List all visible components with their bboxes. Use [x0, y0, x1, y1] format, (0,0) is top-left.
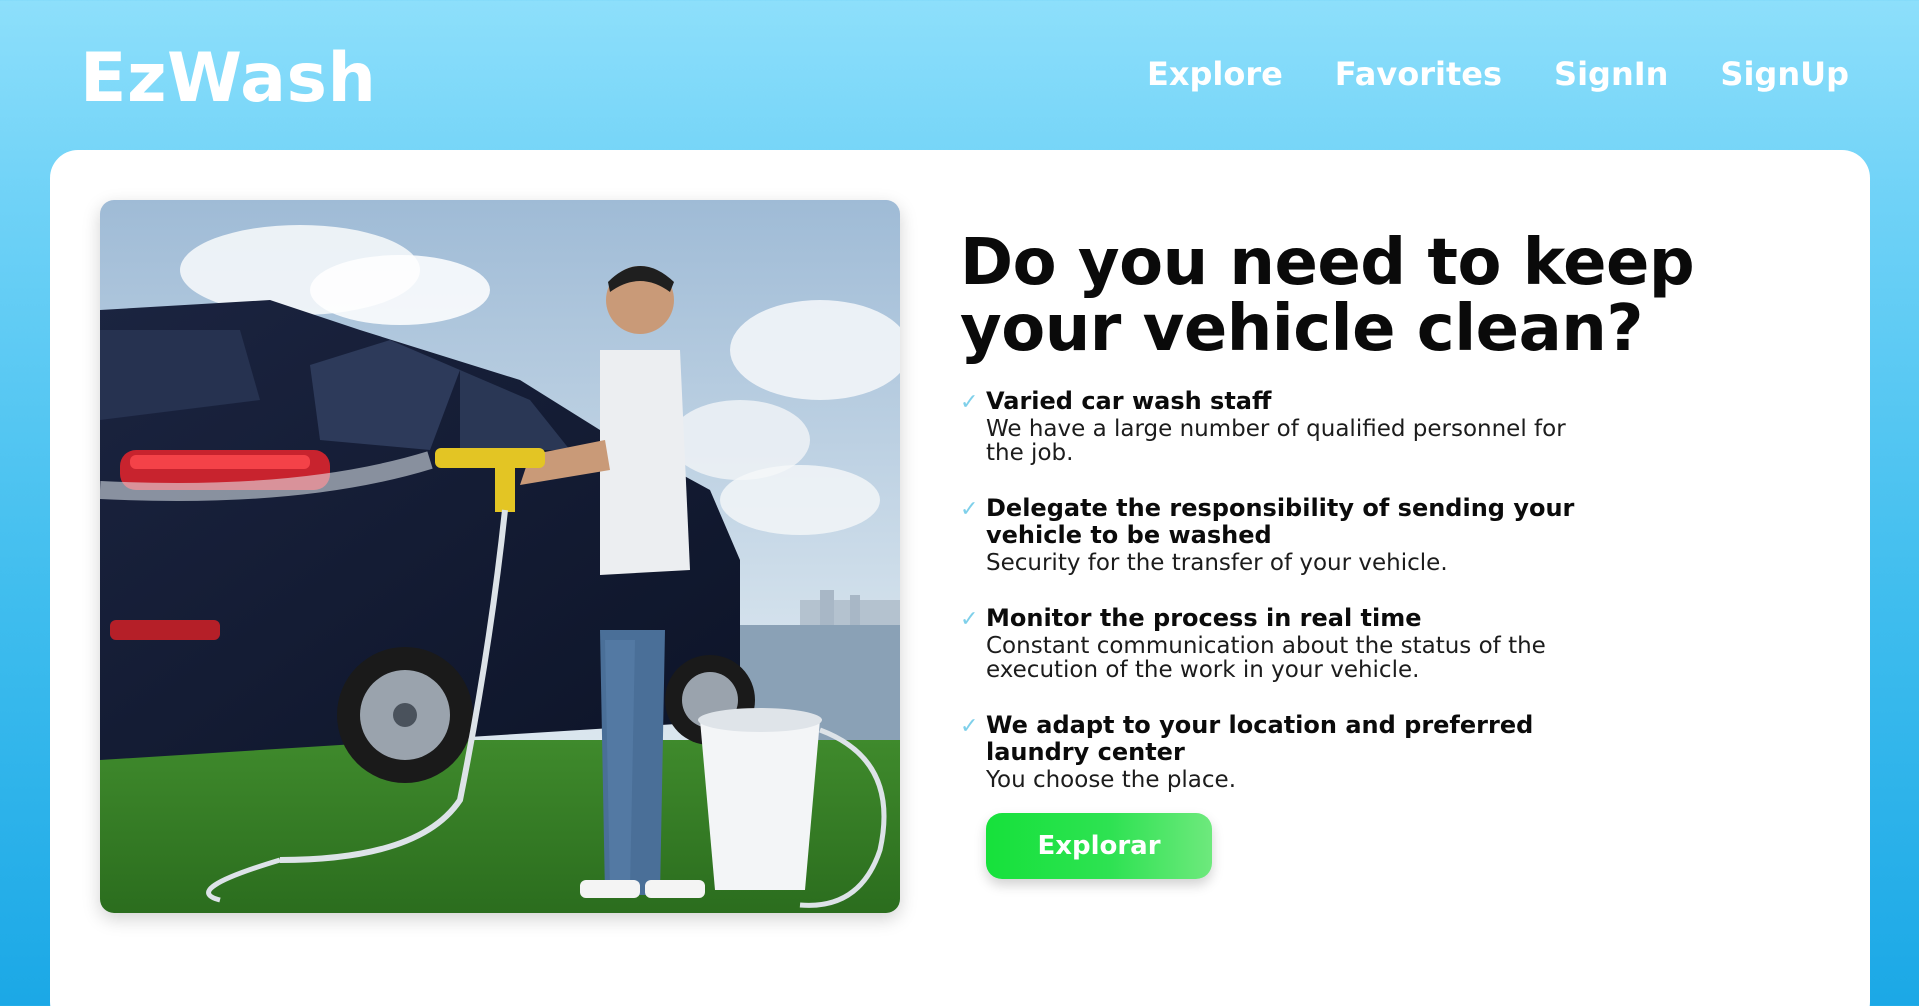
- feature-title: Delegate the responsibility of sending y…: [986, 494, 1575, 549]
- feature-title: We adapt to your location and preferred …: [986, 711, 1534, 766]
- nav-links: Explore Favorites SignIn SignUp: [1147, 54, 1849, 94]
- hero-image: [100, 200, 900, 913]
- feature-item: ✓ We adapt to your location and preferre…: [960, 711, 1600, 793]
- check-icon: ✓: [960, 607, 979, 632]
- hero-headline: Do you need to keep your vehicle clean?: [960, 226, 1695, 366]
- feature-item: ✓ Monitor the process in real time Const…: [960, 604, 1600, 683]
- car-wash-illustration: [100, 200, 900, 913]
- nav-explore[interactable]: Explore: [1147, 54, 1283, 94]
- feature-description: We have a large number of qualified pers…: [986, 416, 1566, 466]
- check-icon: ✓: [960, 714, 979, 739]
- hero-card: Do you need to keep your vehicle clean? …: [50, 150, 1870, 1006]
- nav-signup[interactable]: SignUp: [1720, 54, 1849, 94]
- logo[interactable]: EzWash: [80, 40, 376, 118]
- hero-content: Do you need to keep your vehicle clean? …: [960, 226, 1780, 879]
- nav-signin[interactable]: SignIn: [1554, 54, 1668, 94]
- feature-description: Constant communication about the status …: [986, 633, 1546, 683]
- feature-description: You choose the place.: [986, 767, 1237, 793]
- check-icon: ✓: [960, 497, 979, 522]
- navbar: EzWash Explore Favorites SignIn SignUp: [0, 0, 1919, 150]
- check-icon: ✓: [960, 390, 979, 415]
- feature-description: Security for the transfer of your vehicl…: [986, 550, 1448, 576]
- feature-item: ✓ Delegate the responsibility of sending…: [960, 494, 1600, 576]
- feature-title: Varied car wash staff: [986, 387, 1272, 415]
- feature-title: Monitor the process in real time: [986, 604, 1422, 632]
- feature-item: ✓ Varied car wash staff We have a large …: [960, 387, 1600, 466]
- feature-list: ✓ Varied car wash staff We have a large …: [960, 387, 1780, 793]
- explorar-button[interactable]: Explorar: [986, 813, 1212, 879]
- nav-favorites[interactable]: Favorites: [1335, 54, 1502, 94]
